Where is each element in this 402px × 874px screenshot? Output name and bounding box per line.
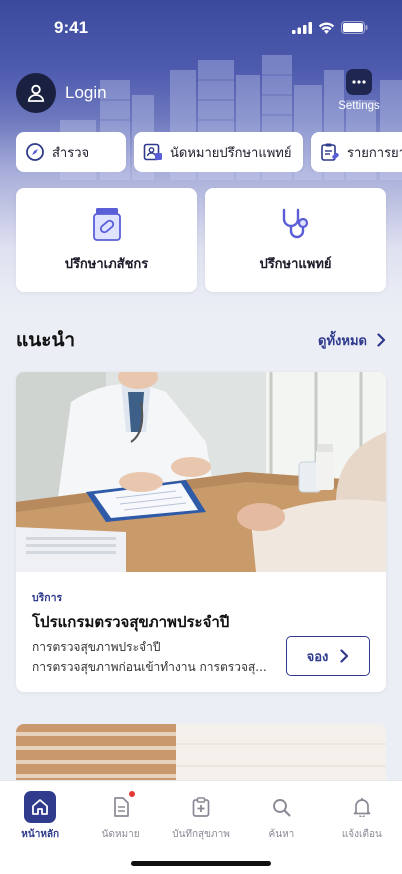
service-label: ปรึกษาแพทย์ <box>259 256 332 272</box>
chip-medicine-list[interactable]: รายการยา <box>311 132 402 172</box>
tab-home[interactable]: หน้าหลัก <box>0 791 80 842</box>
quick-actions-scroller[interactable]: สำรวจ นัดหมายปรึกษาแพทย์ รายการยา <box>16 132 402 172</box>
wifi-icon <box>318 22 335 34</box>
book-button[interactable]: จอง <box>286 636 370 676</box>
medicine-list-icon <box>321 143 339 161</box>
stethoscope-icon <box>282 208 308 238</box>
chip-doctor-appointment[interactable]: นัดหมายปรึกษาแพทย์ <box>134 132 303 172</box>
consult-pharmacist-card[interactable]: ปรึกษาเภสัชกร <box>16 188 197 292</box>
consult-doctor-card[interactable]: ปรึกษาแพทย์ <box>205 188 386 292</box>
service-label: ปรึกษาเภสัชกร <box>64 256 149 272</box>
recommended-header: แนะนำ ดูทั้งหมด <box>16 326 386 354</box>
battery-icon <box>341 21 368 34</box>
chevron-right-icon <box>340 649 349 663</box>
chip-label: สำรวจ <box>52 145 90 161</box>
cellular-signal-icon <box>292 21 312 34</box>
bell-icon <box>346 791 378 823</box>
tab-label: หน้าหลัก <box>21 829 60 840</box>
home-icon <box>24 791 57 823</box>
tab-appointments[interactable]: นัดหมาย <box>80 791 160 842</box>
tab-health-record[interactable]: บันทึกสุขภาพ <box>161 791 241 842</box>
status-bar: 9:41 <box>0 0 402 56</box>
status-icons <box>292 21 368 34</box>
tab-label: แจ้งเตือน <box>341 829 382 840</box>
status-time: 9:41 <box>54 18 89 37</box>
user-icon <box>27 84 45 102</box>
bottom-tab-bar: หน้าหลัก นัดหมาย บันทึกสุขภาพ ค้นหา แจ้ง… <box>0 780 402 874</box>
recommended-card[interactable]: บริการ โปรแกรมตรวจสุขภาพประจำปี การตรวจส… <box>16 372 386 692</box>
chip-label: รายการยา <box>347 145 402 161</box>
search-icon <box>265 791 297 823</box>
home-indicator <box>131 861 271 866</box>
tab-label: นัดหมาย <box>101 829 140 840</box>
tab-label: บันทึกสุขภาพ <box>172 829 230 840</box>
chip-label: นัดหมายปรึกษาแพทย์ <box>170 145 292 161</box>
see-all-link[interactable]: ดูทั้งหมด <box>318 330 386 351</box>
appointment-icon <box>143 143 162 161</box>
tab-notifications[interactable]: แจ้งเตือน <box>322 791 402 842</box>
book-button-label: จอง <box>306 649 329 665</box>
chevron-right-icon <box>377 333 386 347</box>
tab-label: ค้นหา <box>268 829 295 840</box>
avatar <box>16 73 56 113</box>
section-title: แนะนำ <box>16 329 76 351</box>
tab-search[interactable]: ค้นหา <box>241 791 321 842</box>
see-all-label: ดูทั้งหมด <box>318 333 367 349</box>
card-description: การตรวจสุขภาพประจำปี การตรวจสุขภาพก่อนเข… <box>32 637 282 677</box>
settings-label: Settings <box>338 100 380 112</box>
login-button[interactable]: Login <box>16 73 107 113</box>
card-description-line: การตรวจสุขภาพก่อนเข้าทำงาน การตรวจสุ... <box>32 660 267 674</box>
health-record-icon <box>185 791 217 823</box>
more-icon <box>346 69 372 95</box>
card-description-line: การตรวจสุขภาพประจำปี <box>32 640 161 654</box>
chip-explore[interactable]: สำรวจ <box>16 132 126 172</box>
document-icon <box>105 791 137 823</box>
service-row: ปรึกษาเภสัชกร ปรึกษาแพทย์ <box>16 188 386 292</box>
notification-badge <box>128 791 135 797</box>
login-label: Login <box>65 83 107 102</box>
doctor-consultation-image <box>16 372 386 572</box>
compass-icon <box>26 143 44 161</box>
pill-bottle-icon <box>92 207 121 241</box>
card-tag: บริการ <box>32 592 63 604</box>
card-title: โปรแกรมตรวจสุขภาพประจำปี <box>32 613 230 631</box>
settings-button[interactable]: Settings <box>332 69 386 112</box>
